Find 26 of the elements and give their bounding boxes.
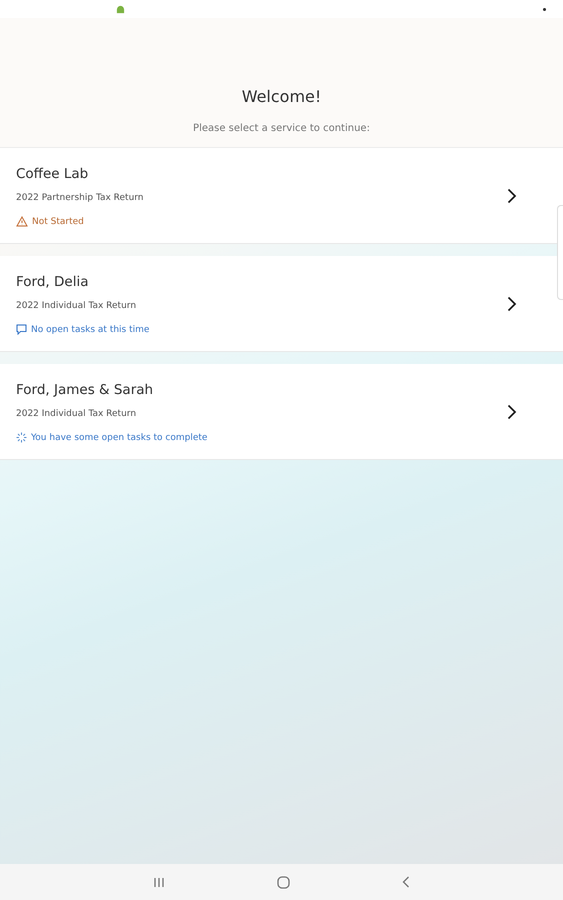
client-name: Coffee Lab	[16, 166, 90, 182]
chat-icon	[16, 324, 27, 335]
edge-handle[interactable]	[557, 205, 563, 300]
return-type: 2022 Individual Tax Return	[16, 301, 138, 311]
back-icon[interactable]	[402, 876, 410, 888]
spinner-icon	[16, 432, 27, 443]
client-name: Ford, Delia	[16, 274, 90, 290]
service-card[interactable]: Coffee Lab 2022 Partnership Tax Return Not Started	[0, 148, 563, 244]
status-text: You have some open tasks to complete	[31, 432, 208, 442]
chevron-right-icon	[507, 296, 517, 312]
chevron-right-icon	[507, 404, 517, 420]
status-text: No open tasks at this time	[31, 324, 150, 334]
status-dot-icon	[543, 8, 546, 10]
chevron-right-icon	[507, 188, 517, 204]
android-icon	[116, 4, 125, 14]
recent-apps-icon[interactable]	[153, 876, 165, 888]
instruction-text: Please select a service to continue:	[193, 123, 370, 134]
service-card[interactable]: Ford, James & Sarah 2022 Individual Tax Return You have some open tasks to complete	[0, 364, 563, 460]
client-name: Ford, James & Sarah	[16, 382, 154, 398]
return-type: 2022 Partnership Tax Return	[16, 193, 145, 203]
return-type: 2022 Individual Tax Return	[16, 409, 138, 419]
welcome-title: Welcome!	[242, 87, 322, 106]
status-text: Not Started	[32, 216, 84, 226]
warning-icon	[16, 216, 28, 227]
home-icon[interactable]	[277, 876, 290, 888]
service-card[interactable]: Ford, Delia 2022 Individual Tax Return No open tasks at this time	[0, 256, 563, 352]
